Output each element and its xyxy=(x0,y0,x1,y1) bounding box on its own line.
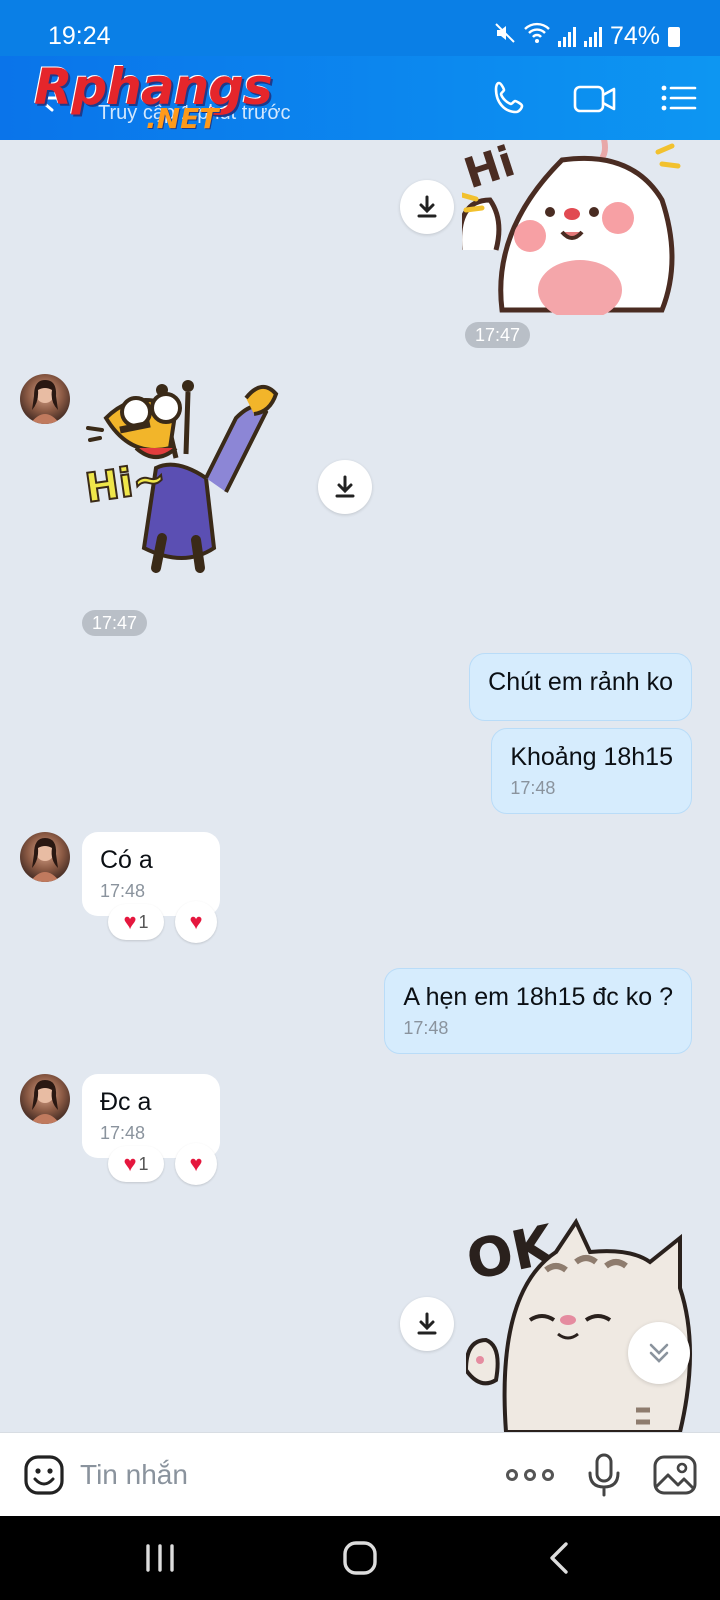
outgoing-message-bubble[interactable]: A hẹn em 18h15 đc ko ? 17:48 xyxy=(384,968,692,1054)
message-text: Có a xyxy=(100,846,153,874)
status-icons: 74% xyxy=(494,22,680,51)
microphone-icon[interactable] xyxy=(584,1451,624,1499)
reaction-count: 1 xyxy=(138,911,149,932)
avatar[interactable] xyxy=(20,832,70,882)
heart-icon: ♥ xyxy=(123,909,137,934)
home-icon[interactable] xyxy=(340,1540,380,1576)
chat-messages[interactable]: Hi 17:47 Hi~ 17:47 Chút em rảnh ko Khoản… xyxy=(0,140,720,1432)
mute-icon xyxy=(494,22,516,51)
reaction-summary[interactable]: ♥ 1 xyxy=(108,904,164,940)
reaction-count: 1 xyxy=(138,1153,149,1174)
message-time: 17:47 xyxy=(465,322,531,348)
battery-percent: 74% xyxy=(609,22,660,50)
scroll-to-bottom-button[interactable] xyxy=(628,1322,690,1384)
message-time: 17:48 xyxy=(510,778,556,798)
status-bar: 19:24 74% xyxy=(0,0,720,56)
outgoing-message-bubble[interactable]: Chút em rảnh ko xyxy=(469,653,692,721)
outgoing-message-bubble[interactable]: Khoảng 18h15 17:48 xyxy=(491,728,692,814)
emoji-icon[interactable] xyxy=(22,1453,66,1497)
download-button[interactable] xyxy=(400,1297,454,1351)
message-text: Khoảng 18h15 xyxy=(510,743,673,771)
video-call-icon[interactable] xyxy=(572,78,618,118)
avatar[interactable] xyxy=(20,374,70,424)
message-time: 17:48 xyxy=(100,881,146,901)
message-input[interactable] xyxy=(80,1455,460,1495)
status-time: 19:24 xyxy=(48,22,111,50)
avatar[interactable] xyxy=(20,1074,70,1124)
message-input-bar xyxy=(0,1432,720,1516)
signal-icon-2 xyxy=(583,26,602,47)
menu-list-icon[interactable] xyxy=(658,78,698,118)
wifi-icon xyxy=(524,22,550,51)
message-time: 17:48 xyxy=(403,1018,449,1038)
message-time: 17:47 xyxy=(82,610,148,636)
message-text: Chút em rảnh ko xyxy=(488,668,673,696)
more-icon[interactable] xyxy=(506,1461,554,1489)
battery-icon xyxy=(668,26,680,47)
download-button[interactable] xyxy=(318,460,372,514)
recents-icon[interactable] xyxy=(140,1540,180,1576)
reaction-summary[interactable]: ♥ 1 xyxy=(108,1146,164,1182)
message-time: 17:48 xyxy=(100,1123,146,1143)
ok-cat-sticker[interactable]: OK xyxy=(461,1210,696,1432)
message-text: Đc a xyxy=(100,1088,152,1116)
svg-text:Hi: Hi xyxy=(462,140,520,198)
react-heart-button[interactable]: ♥ xyxy=(175,901,217,943)
hi-giraffe-sticker[interactable]: Hi~ xyxy=(82,368,306,588)
system-nav-bar xyxy=(0,1516,720,1600)
message-text: A hẹn em 18h15 đc ko ? xyxy=(403,983,673,1011)
react-heart-button[interactable]: ♥ xyxy=(175,1143,217,1185)
phone-icon[interactable] xyxy=(490,78,530,118)
heart-icon: ♥ xyxy=(123,1151,137,1176)
heart-icon: ♥ xyxy=(189,909,203,934)
hi-bunny-sticker[interactable]: Hi xyxy=(457,140,694,320)
chat-header: Truy cập 1 phút trước Rphangs .NET xyxy=(0,56,720,140)
image-icon[interactable] xyxy=(652,1453,698,1497)
heart-icon: ♥ xyxy=(189,1151,203,1176)
download-button[interactable] xyxy=(400,180,454,234)
watermark-logo-suffix: .NET xyxy=(146,102,219,135)
back-icon[interactable] xyxy=(540,1540,580,1576)
signal-icon xyxy=(557,26,576,47)
